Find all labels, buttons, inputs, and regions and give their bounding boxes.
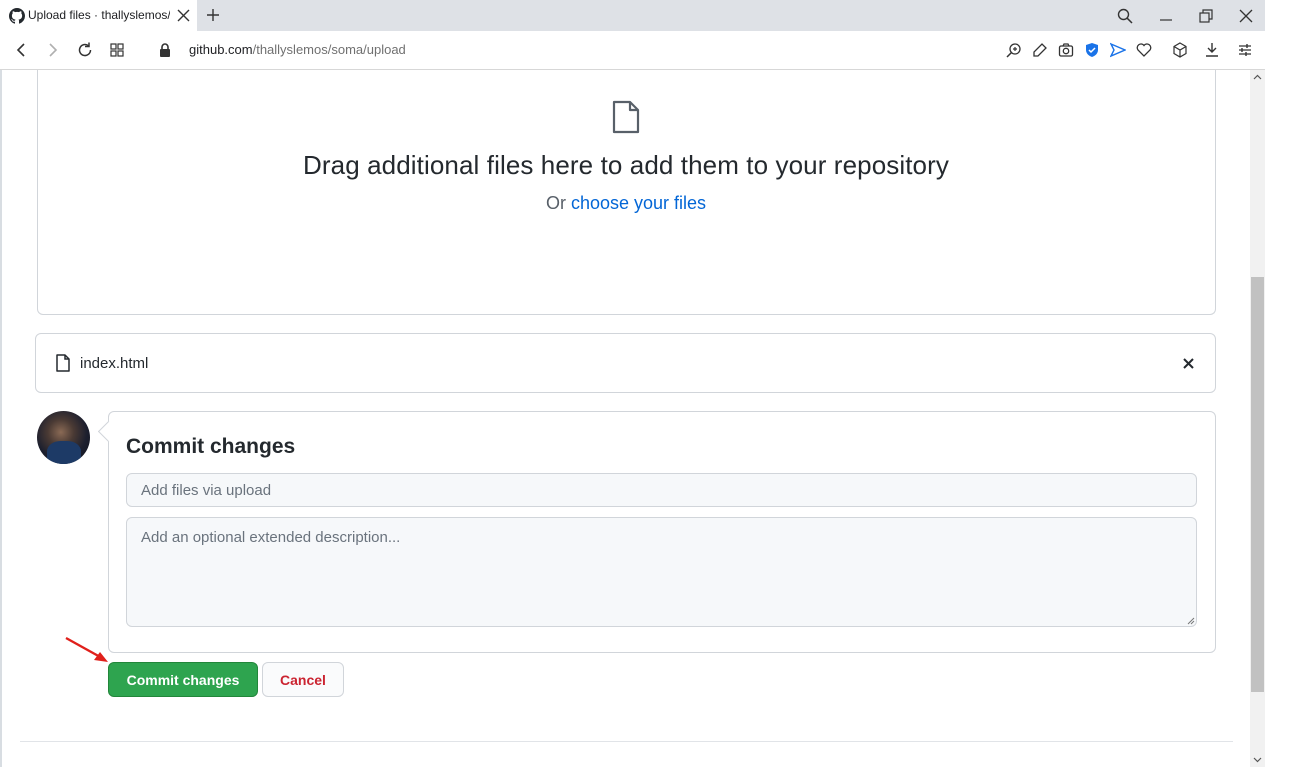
address-toolbar: github.com/thallyslemos/soma/upload (0, 31, 1265, 70)
url-host: github.com (189, 42, 253, 57)
scrollbar[interactable] (1250, 70, 1265, 767)
file-icon (56, 354, 70, 372)
scrollbar-thumb[interactable] (1251, 277, 1264, 692)
send-icon[interactable] (1110, 42, 1126, 58)
back-icon[interactable] (13, 42, 29, 58)
footer-divider (20, 741, 1233, 742)
edit-icon[interactable] (1032, 42, 1048, 58)
dropzone-title: Drag additional files here to add them t… (303, 150, 949, 180)
avatar (37, 411, 90, 464)
cancel-button[interactable]: Cancel (262, 662, 344, 697)
scroll-down-icon[interactable] (1253, 755, 1262, 764)
forward-icon[interactable] (45, 42, 61, 58)
commit-description-input[interactable] (126, 517, 1197, 627)
search-tabs-icon[interactable] (1117, 8, 1133, 24)
tab-bar: Upload files · thallyslemos/ (0, 0, 1265, 31)
camera-icon[interactable] (1058, 42, 1074, 58)
choose-files-link[interactable]: choose your files (571, 193, 706, 213)
download-icon[interactable] (1204, 42, 1220, 58)
close-tab-icon[interactable] (177, 9, 190, 22)
speed-dial-icon[interactable] (109, 42, 125, 58)
resize-grip-icon[interactable] (1187, 617, 1195, 625)
browser-tab[interactable]: Upload files · thallyslemos/ (0, 0, 197, 31)
close-window-icon[interactable] (1238, 8, 1254, 24)
commit-title: Commit changes (126, 435, 296, 458)
dropzone-subtitle-prefix: Or (545, 193, 571, 213)
uploaded-file-row: index.html (35, 333, 1216, 393)
commit-changes-button[interactable]: Commit changes (108, 662, 258, 697)
commit-summary-input[interactable] (126, 473, 1197, 507)
annotation-arrow-icon (65, 636, 108, 662)
remove-file-icon[interactable] (1182, 357, 1195, 370)
scroll-up-icon[interactable] (1253, 73, 1262, 82)
tab-title: Upload files · thallyslemos/ (28, 8, 170, 22)
reload-icon[interactable] (77, 42, 93, 58)
easy-setup-icon[interactable] (1237, 42, 1253, 58)
file-name: index.html (80, 355, 149, 372)
dropzone-subtitle: Or choose your files (0, 193, 1252, 214)
restore-icon[interactable] (1198, 8, 1214, 24)
commit-form: Commit changes (97, 411, 1216, 653)
new-tab-icon[interactable] (206, 8, 220, 22)
address-bar[interactable]: github.com/thallyslemos/soma/upload (189, 42, 406, 57)
zoom-icon[interactable] (1006, 42, 1022, 58)
file-icon (612, 100, 640, 134)
heart-icon[interactable] (1136, 42, 1152, 58)
lock-icon[interactable] (157, 42, 173, 58)
window-right-margin (1265, 0, 1303, 767)
minimize-icon[interactable] (1158, 8, 1174, 24)
extensions-icon[interactable] (1172, 42, 1188, 58)
shield-icon[interactable] (1084, 42, 1100, 58)
github-icon (9, 8, 25, 24)
url-path: /thallyslemos/soma/upload (252, 42, 406, 57)
